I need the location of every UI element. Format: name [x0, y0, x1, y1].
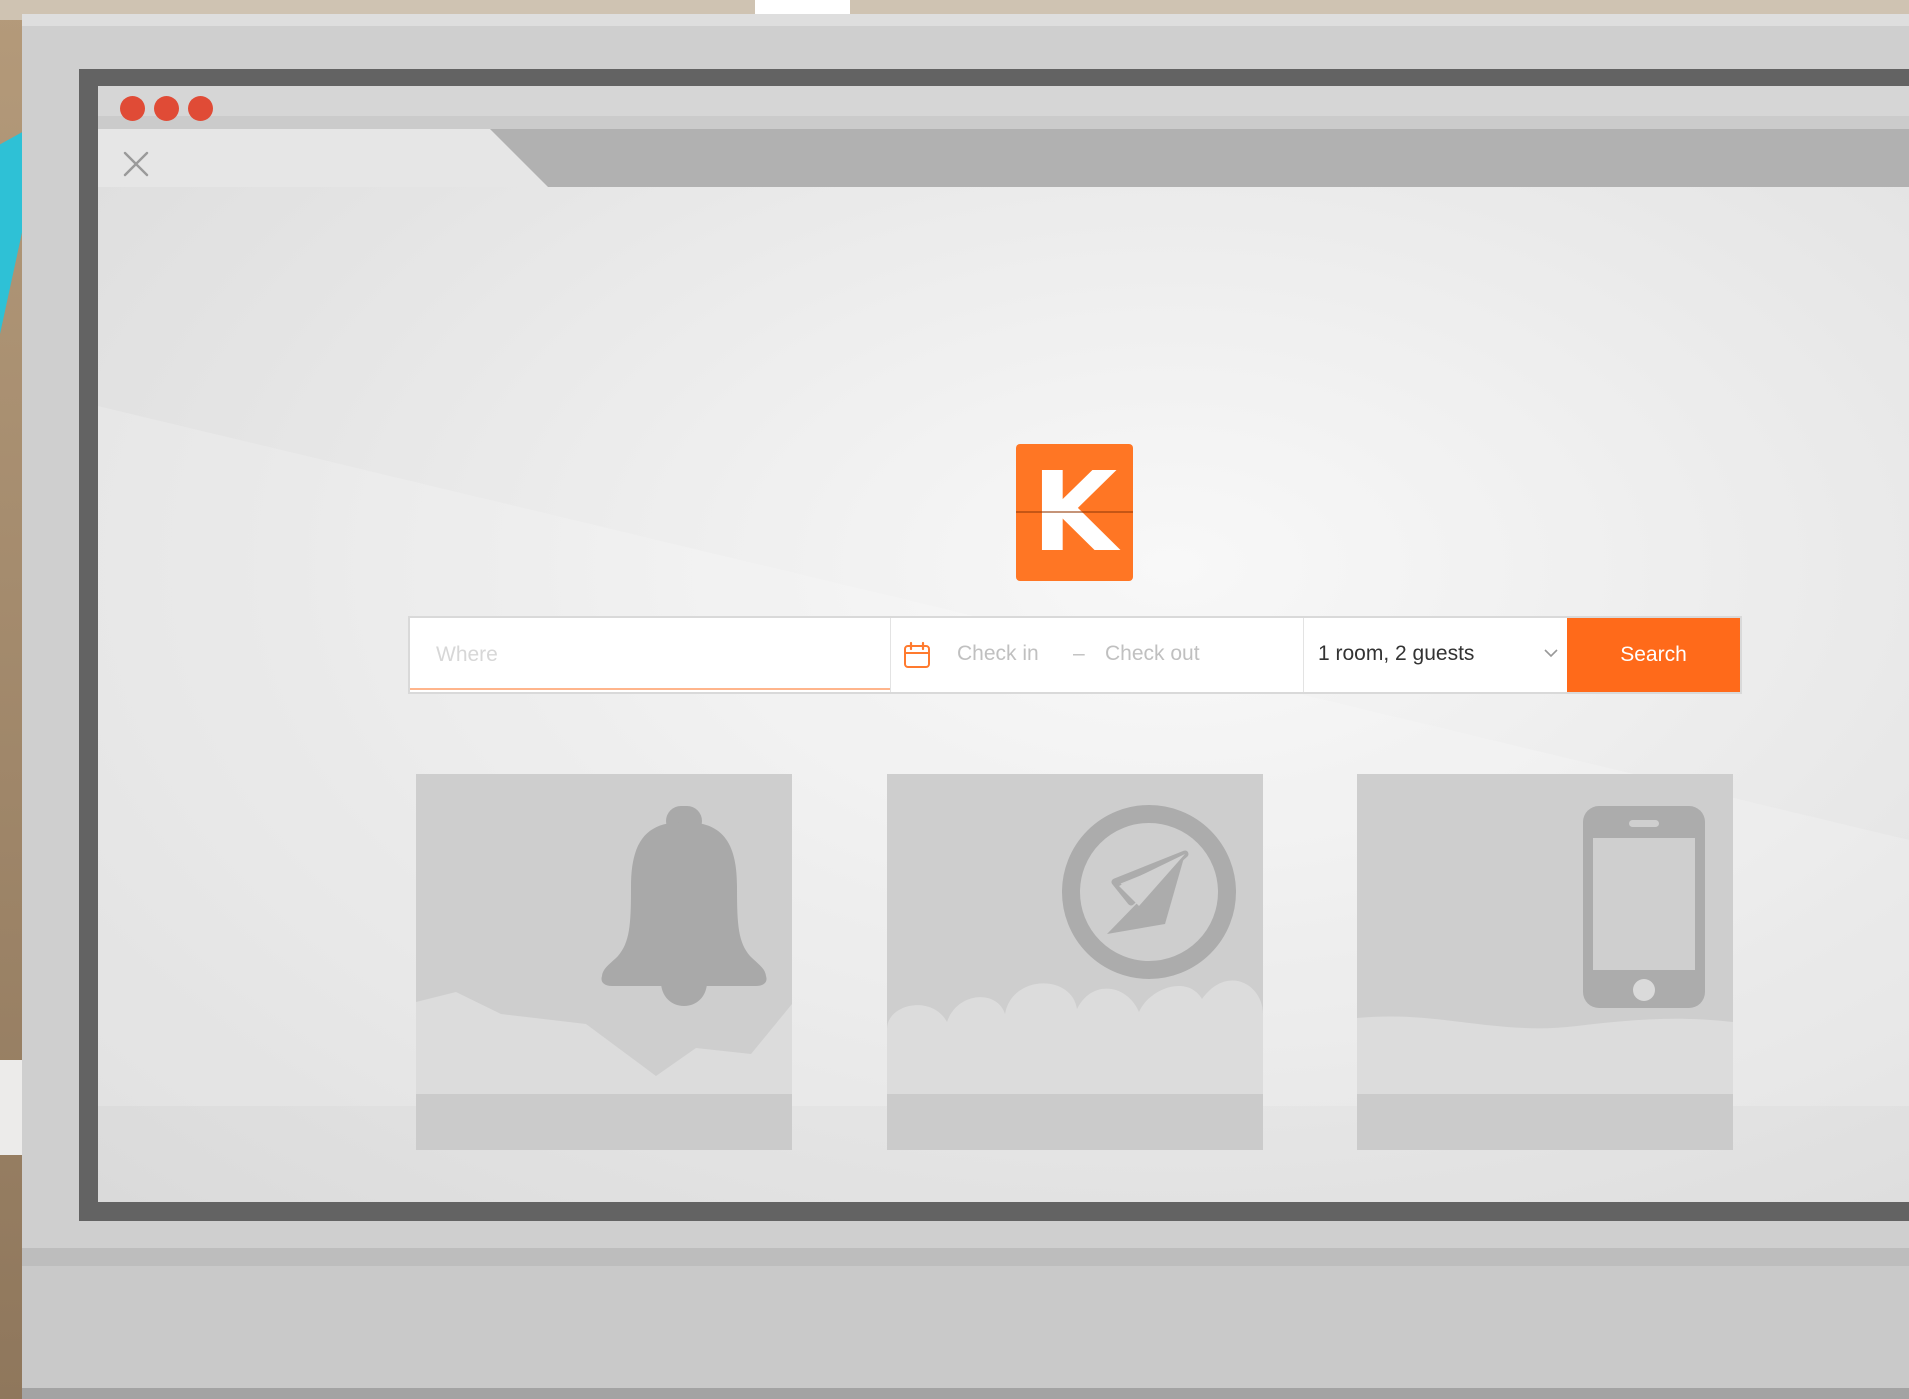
browser-window: K Check in – Check out 1 room, 2 guests	[98, 86, 1909, 1202]
feature-card-explore	[887, 774, 1263, 1150]
close-icon[interactable]	[122, 150, 150, 178]
monitor-bottom-edge	[22, 1388, 1909, 1399]
bell-icon	[601, 806, 767, 1006]
window-minimize-dot[interactable]	[154, 96, 179, 121]
smartphone-icon	[1583, 806, 1705, 1008]
window-maximize-dot[interactable]	[188, 96, 213, 121]
monitor-top-edge	[22, 14, 1909, 26]
date-range-field[interactable]: Check in – Check out	[891, 618, 1303, 692]
where-input[interactable]	[434, 638, 868, 672]
checkout-label[interactable]: Check out	[1105, 642, 1200, 666]
search-button[interactable]: Search	[1567, 618, 1740, 692]
monitor-base	[22, 1248, 1909, 1388]
active-tab[interactable]	[98, 129, 548, 187]
compass-icon	[1062, 805, 1236, 979]
browser-titlebar	[98, 86, 1909, 129]
date-separator: –	[1073, 642, 1085, 665]
feature-card-mobile	[1357, 774, 1733, 1150]
guests-select[interactable]: 1 room, 2 guests	[1304, 618, 1566, 692]
wall-paper-scrap	[755, 0, 850, 14]
hotel-search-bar: Check in – Check out 1 room, 2 guests Se…	[410, 618, 1740, 692]
window-close-dot[interactable]	[120, 96, 145, 121]
chevron-down-icon	[1544, 649, 1558, 658]
browser-tab-bar	[98, 129, 1909, 187]
calendar-icon	[904, 641, 930, 668]
monitor-base-edge	[22, 1248, 1909, 1266]
kayak-logo: K	[1016, 444, 1133, 581]
guests-value: 1 room, 2 guests	[1318, 642, 1475, 665]
tab-strip	[490, 129, 1909, 187]
where-field[interactable]	[410, 618, 890, 690]
checkin-label[interactable]: Check in	[957, 642, 1039, 666]
feature-card-alerts	[416, 774, 792, 1150]
